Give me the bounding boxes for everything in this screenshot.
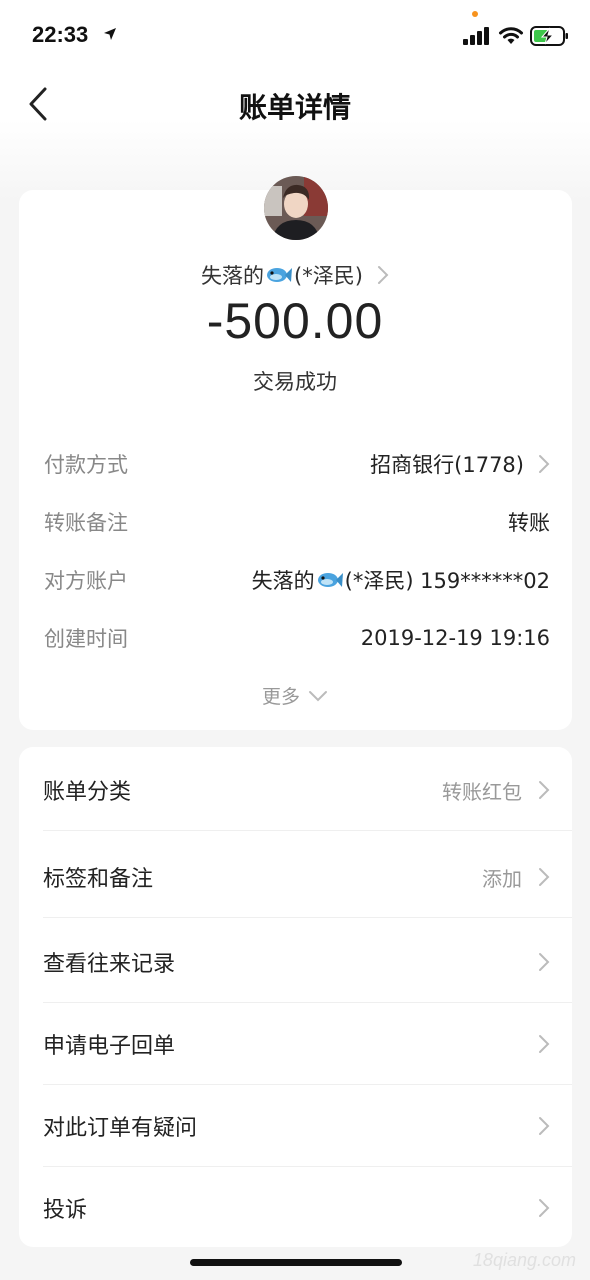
chevron-right-icon	[539, 781, 550, 799]
menu-item-tags-notes[interactable]: 标签和备注 添加	[19, 836, 572, 918]
home-indicator	[190, 1259, 402, 1266]
detail-label: 付款方式	[44, 453, 128, 477]
detail-row-created-time: 创建时间 2019-12-19 19:16	[44, 620, 550, 656]
detail-row-counterparty: 对方账户 失落的 (*泽民) 159******02	[44, 562, 550, 598]
cellular-signal-icon	[463, 27, 489, 45]
detail-value: 招商银行(1778)	[370, 453, 524, 477]
detail-value: 转账	[508, 511, 550, 535]
detail-row-payment-method[interactable]: 付款方式 招商银行(1778)	[44, 446, 550, 482]
chevron-right-icon	[539, 953, 550, 971]
menu-item-e-receipt[interactable]: 申请电子回单	[19, 1003, 572, 1085]
menu-right: 转账红包	[442, 776, 550, 805]
detail-value-wrap: 失落的 (*泽民) 159******02	[252, 565, 550, 595]
menu-item-transaction-history[interactable]: 查看往来记录	[19, 921, 572, 1003]
chevron-right-icon	[539, 868, 550, 886]
detail-label: 创建时间	[44, 627, 128, 651]
detail-value-wrap: 招商银行(1778)	[370, 449, 550, 479]
chevron-right-icon	[539, 1199, 550, 1217]
payee-avatar[interactable]	[264, 176, 328, 240]
menu-right	[538, 1034, 550, 1054]
avatar-image	[264, 176, 328, 240]
chevron-down-icon	[309, 690, 327, 701]
menu-item-complaint[interactable]: 投诉	[19, 1167, 572, 1249]
detail-label: 转账备注	[44, 511, 128, 535]
more-label: 更多	[261, 686, 300, 708]
menu-item-bill-category[interactable]: 账单分类 转账红包	[19, 749, 572, 831]
privacy-indicator-dot	[472, 11, 478, 17]
chevron-right-icon	[539, 1117, 550, 1135]
menu-value: 转账红包	[442, 779, 522, 804]
more-button[interactable]: 更多	[0, 682, 590, 709]
status-bar: 22:33	[0, 0, 590, 72]
detail-value: 2019-12-19 19:16	[360, 626, 550, 650]
fish-emoji-icon	[317, 573, 343, 587]
battery-charging-icon	[530, 26, 568, 46]
location-arrow-icon	[104, 28, 116, 40]
detail-label: 对方账户	[44, 569, 128, 593]
transaction-status: 交易成功	[253, 370, 337, 394]
menu-label: 账单分类	[43, 780, 132, 805]
menu-right	[538, 1116, 550, 1136]
chevron-right-icon	[539, 1035, 550, 1053]
transaction-amount: -500.00	[206, 293, 384, 349]
detail-row-remark: 转账备注 转账	[44, 504, 550, 540]
chevron-right-icon	[377, 266, 389, 284]
menu-value: 添加	[482, 866, 522, 891]
menu-label: 对此订单有疑问	[43, 1116, 198, 1141]
menu-label: 查看往来记录	[43, 952, 176, 977]
divider	[43, 917, 572, 918]
menu-label: 投诉	[43, 1198, 88, 1223]
nav-bar: 账单详情	[0, 72, 590, 138]
payee-name: 失落的	[201, 264, 265, 288]
payee-link[interactable]: 失落的 (*泽民)	[0, 260, 590, 290]
fish-emoji-icon	[267, 268, 293, 282]
wifi-icon	[499, 27, 523, 44]
status-time: 22:33	[32, 22, 89, 47]
payee-suffix: (*泽民)	[294, 264, 363, 288]
menu-label: 标签和备注	[43, 867, 154, 892]
menu-right	[538, 952, 550, 972]
menu-label: 申请电子回单	[43, 1034, 176, 1059]
counterparty-account: (*泽民) 159******02	[344, 569, 550, 593]
counterparty-name: 失落的	[251, 569, 315, 593]
menu-item-order-question[interactable]: 对此订单有疑问	[19, 1085, 572, 1167]
menu-right: 添加	[482, 863, 550, 892]
chevron-right-icon	[539, 455, 550, 473]
menu-right	[538, 1198, 550, 1218]
page-title: 账单详情	[238, 91, 351, 124]
divider	[43, 830, 572, 831]
watermark: 18qiang.com	[472, 1250, 576, 1270]
